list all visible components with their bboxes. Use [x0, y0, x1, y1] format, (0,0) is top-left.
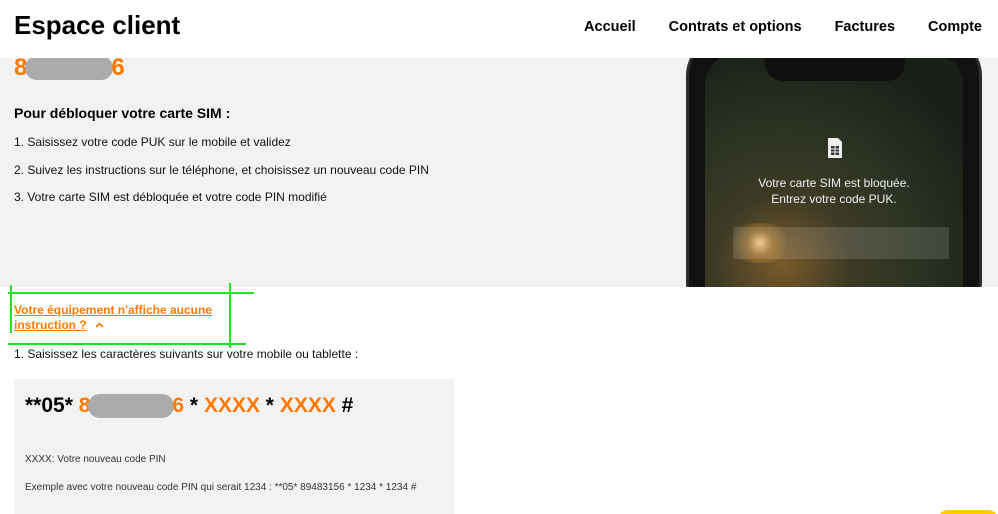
no-instruction-toggle[interactable]: Votre équipement n'affiche aucune instru…	[14, 303, 224, 333]
code-prefix: **05*	[25, 394, 79, 417]
sim-unlock-steps: 1. Saisissez votre code PUK sur le mobil…	[14, 135, 429, 218]
puk-code: 8 6	[14, 54, 125, 81]
step-item: 3. Votre carte SIM est débloquée et votr…	[14, 190, 327, 204]
header: Espace client Accueil Contrats et option…	[0, 0, 998, 58]
code-end: #	[335, 394, 354, 417]
nav-accueil[interactable]: Accueil	[584, 19, 636, 35]
code-pin-1: XXXX	[203, 394, 260, 417]
phone-notch	[765, 58, 905, 81]
chat-widget-button[interactable]	[938, 510, 998, 514]
code-pin-2: XXXX	[279, 394, 336, 417]
highlight-line-left	[10, 285, 12, 333]
ussd-code-box: **05* 8 6 * XXXX * XXXX # XXXX: Votre no…	[14, 379, 454, 514]
code-instruction: 1. Saisissez les caractères suivants sur…	[14, 347, 359, 361]
code-legend: XXXX: Votre nouveau code PIN	[25, 454, 166, 465]
code-separator: *	[259, 394, 280, 417]
step-item: 2. Suivez les instructions sur le téléph…	[14, 162, 429, 177]
phone-screen: Votre carte SIM est bloquée. Entrez votr…	[705, 58, 963, 287]
nav-contrats-options[interactable]: Contrats et options	[669, 19, 802, 35]
step-item: 1. Saisissez votre code PUK sur le mobil…	[14, 135, 291, 149]
chevron-up-icon	[95, 322, 104, 328]
highlight-line-bottom	[8, 343, 246, 345]
code-separator: *	[184, 394, 204, 417]
nav-factures[interactable]: Factures	[835, 19, 895, 35]
highlight-line-top	[8, 292, 254, 294]
main-nav: Accueil Contrats et options Factures Com…	[584, 19, 982, 35]
phone-puk-input	[733, 227, 949, 259]
ussd-code: **05* 8 6 * XXXX * XXXX #	[25, 393, 353, 419]
sim-card-icon	[828, 138, 842, 158]
puk-mask	[25, 56, 114, 80]
phone-sim-message: Votre carte SIM est bloquée. Entrez votr…	[705, 175, 963, 207]
code-puk-mask	[88, 394, 175, 418]
toggle-label: Votre équipement n'affiche aucune instru…	[14, 303, 212, 332]
puk-suffix: 6	[111, 54, 125, 81]
phone-frame: Votre carte SIM est bloquée. Entrez votr…	[686, 58, 982, 287]
phone-illustration: Votre carte SIM est bloquée. Entrez votr…	[686, 58, 982, 287]
code-example: Exemple avec votre nouveau code PIN qui …	[25, 482, 417, 493]
sim-unlock-title: Pour débloquer votre carte SIM :	[14, 105, 231, 121]
code-puk-suffix: 6	[172, 394, 185, 417]
nav-compte[interactable]: Compte	[928, 19, 982, 35]
highlight-line-right	[229, 283, 231, 348]
page-title: Espace client	[14, 10, 181, 40]
phone-message-text: Votre carte SIM est bloquée. Entrez votr…	[758, 176, 910, 206]
